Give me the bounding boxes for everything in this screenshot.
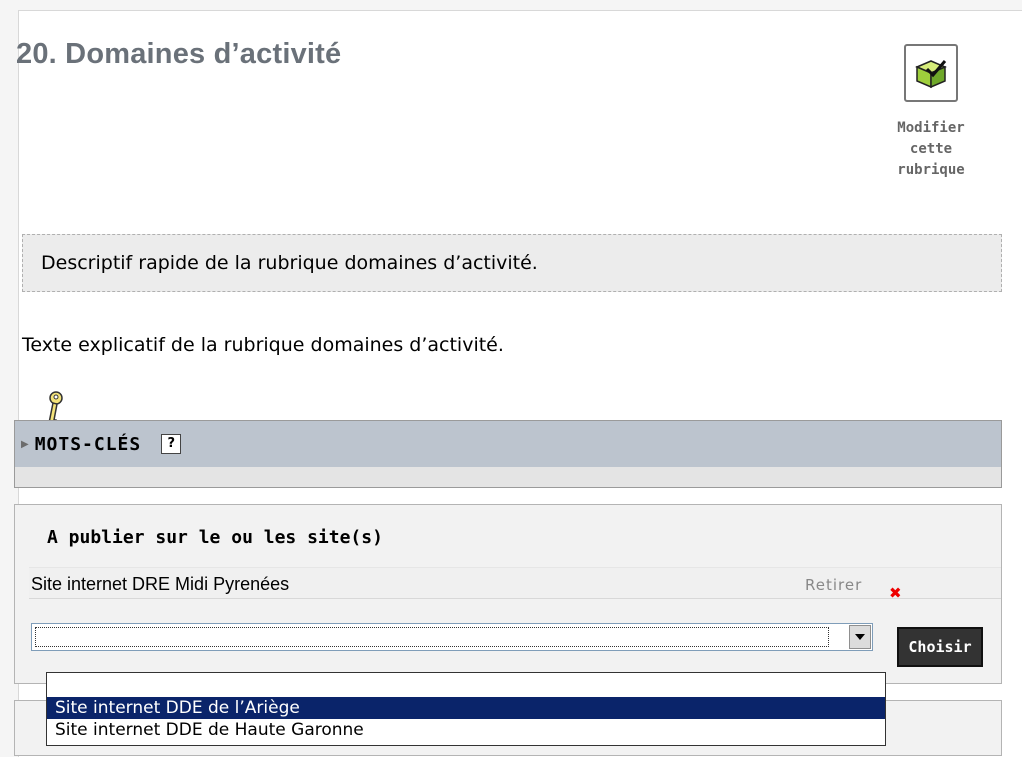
rubrique-text: Texte explicatif de la rubrique domaines… bbox=[22, 334, 504, 356]
dropdown-option-haute-garonne[interactable]: Site internet DDE de Haute Garonne bbox=[47, 719, 885, 741]
keywords-section: ▶ MOTS-CLÉS ? bbox=[14, 420, 1002, 488]
site-name: Site internet DRE Midi Pyrenées bbox=[31, 574, 290, 594]
publish-section: A publier sur le ou les site(s) Site int… bbox=[14, 504, 1002, 684]
publish-title: A publier sur le ou les site(s) bbox=[47, 527, 383, 548]
rubrique-description: Descriptif rapide de la rubrique domaine… bbox=[22, 234, 1002, 292]
site-dropdown-list: Site internet DDE de l’Ariège Site inter… bbox=[46, 672, 886, 746]
page-title: 20. Domaines d’activité bbox=[16, 38, 342, 70]
edit-label-line-1: Modifier bbox=[897, 120, 965, 136]
chevron-down-icon[interactable] bbox=[849, 625, 871, 649]
dropdown-option-ariege[interactable]: Site internet DDE de l’Ariège bbox=[47, 697, 885, 719]
keywords-label: MOTS-CLÉS bbox=[34, 433, 142, 455]
keywords-toggle[interactable]: ▶ MOTS-CLÉS ? bbox=[15, 421, 1001, 467]
help-icon[interactable]: ? bbox=[161, 434, 182, 454]
triangle-right-icon: ▶ bbox=[21, 438, 29, 450]
edit-label-line-3: rubrique bbox=[897, 162, 965, 178]
box-edit-icon bbox=[904, 44, 958, 102]
select-value bbox=[35, 627, 829, 647]
edit-label-line-2: cette bbox=[909, 141, 953, 157]
remove-site-link[interactable]: Retirer bbox=[805, 576, 862, 594]
site-select[interactable] bbox=[31, 623, 873, 651]
remove-x-icon[interactable]: ✖ bbox=[889, 584, 902, 602]
dropdown-option-empty[interactable] bbox=[47, 675, 885, 697]
site-row: Site internet DRE Midi Pyrenées Retirer … bbox=[29, 567, 1001, 602]
choose-button[interactable]: Choisir bbox=[897, 627, 983, 667]
edit-rubrique-button[interactable]: Modifier cette rubrique bbox=[876, 44, 986, 181]
